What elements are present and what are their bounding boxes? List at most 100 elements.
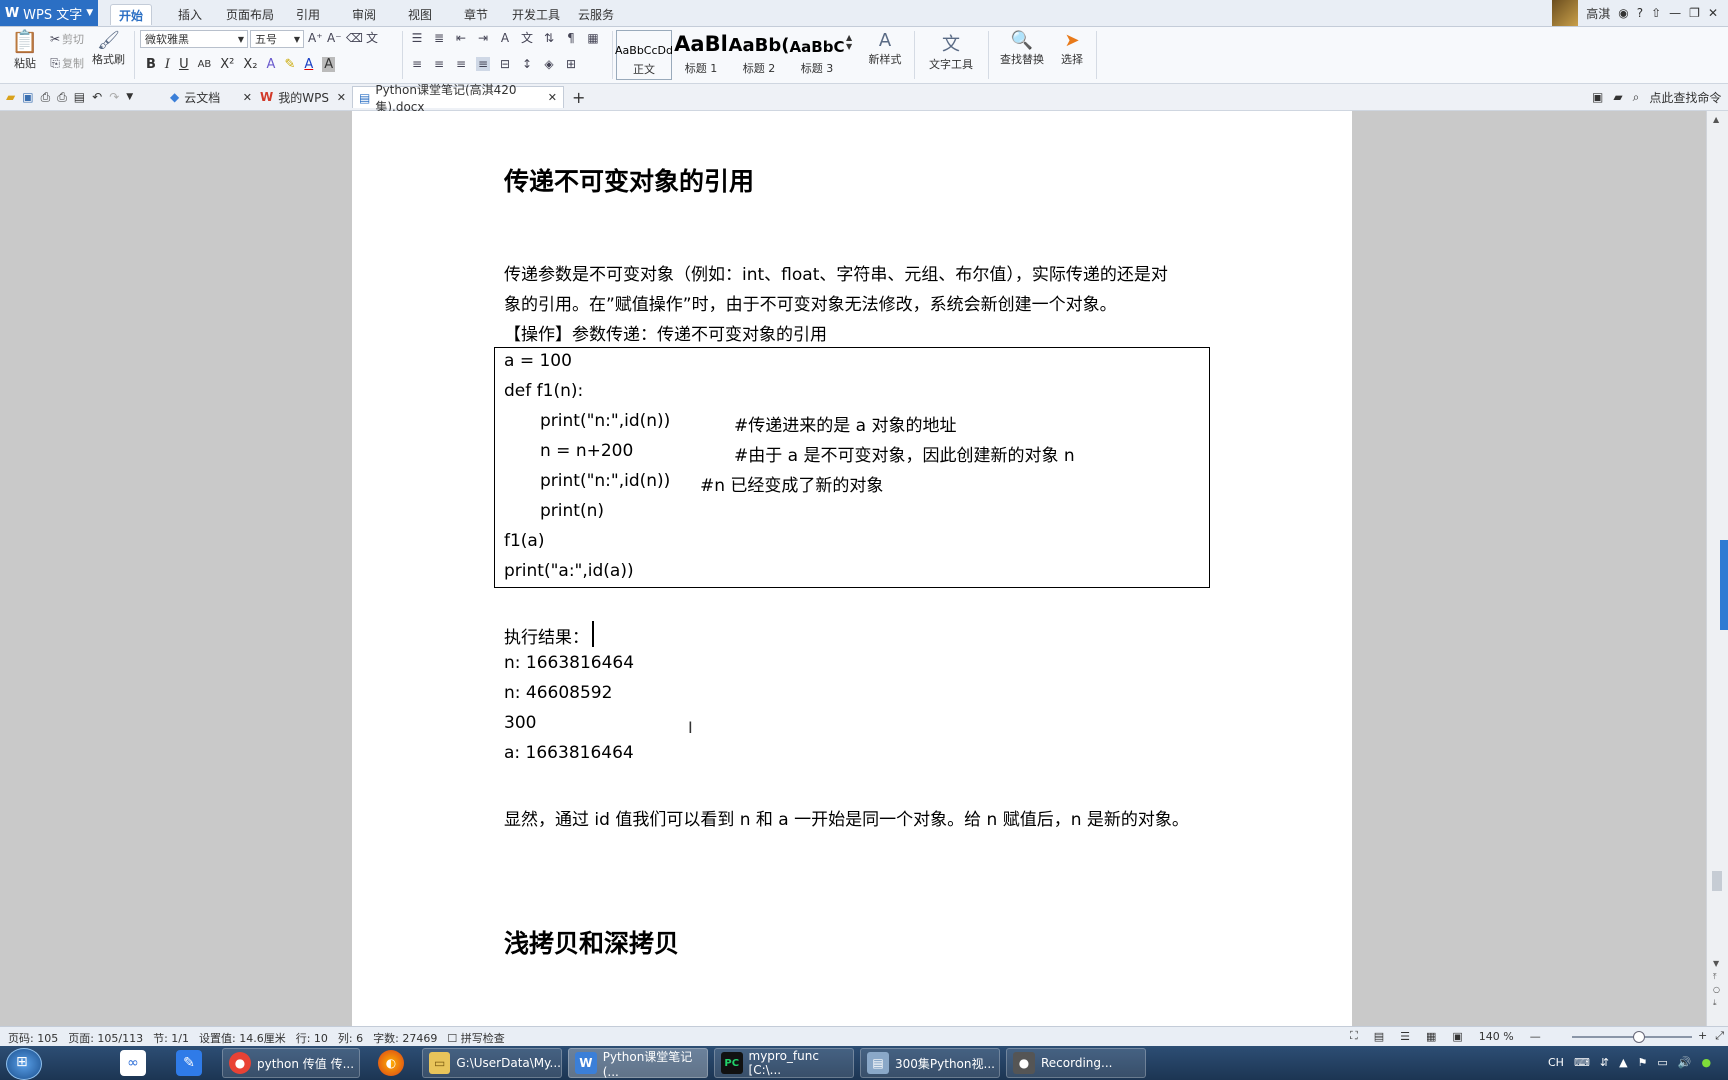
tab-insert[interactable]: 插入 [170,4,210,24]
style-heading2[interactable]: AaBb( 标题 2 [729,30,790,78]
user-name[interactable]: 高淇 [1586,5,1610,22]
web-view-icon[interactable]: ▦ [1426,1030,1436,1043]
firefox-icon[interactable]: ◐ [378,1050,404,1076]
restore-ribbon-icon[interactable]: ⇧ [1651,6,1661,20]
taskbar-item-recorder[interactable]: ● Recording... [1006,1048,1146,1078]
new-tab-button[interactable]: + [572,86,585,108]
find-command[interactable]: ▣ ▰ ⌕ 点此查找命令 [1592,86,1721,108]
tab-cloud[interactable]: 云服务 [570,4,622,24]
start-button[interactable]: ⊞ [6,1048,42,1080]
zoom-slider[interactable] [1572,1031,1692,1043]
spell-check-toggle[interactable]: ☐ 拼写检查 [447,1030,504,1046]
strikethrough-icon[interactable]: AB [198,59,212,70]
outline-view-icon[interactable]: ☰ [1400,1030,1410,1043]
text-direction-icon[interactable]: A [498,31,512,45]
app-menu-button[interactable]: W WPS 文字 ▼ [0,0,98,26]
taskbar-item-wps[interactable]: W Python课堂笔记(... [568,1048,708,1079]
side-panel-toggle[interactable] [1720,540,1728,630]
phonetic-icon[interactable]: 文 [365,31,379,45]
taskbar-item-explorer[interactable]: ▭ G:\UserData\My... [422,1048,562,1078]
scrollbar-thumb[interactable] [1712,871,1722,891]
avatar[interactable] [1552,0,1579,26]
justify-icon[interactable]: ≡ [476,57,490,71]
tray-expand-icon[interactable]: ▲ [1619,1056,1627,1069]
close-icon[interactable]: ✕ [1708,6,1718,20]
highlight-icon[interactable]: ✎ [284,57,295,72]
cut-button[interactable]: ✂ 剪切 [48,31,84,47]
decrease-indent-icon[interactable]: ⇤ [454,31,468,45]
align-right-icon[interactable]: ≡ [454,57,468,71]
shading-icon[interactable]: ◈ [542,57,556,71]
close-icon[interactable]: ✕ [243,91,252,104]
baidu-netdisk-icon[interactable]: ∞ [120,1050,146,1076]
maximize-icon[interactable]: ❐ [1689,6,1700,20]
zoom-slider-thumb[interactable] [1633,1031,1645,1043]
close-icon[interactable]: ✕ [548,91,557,104]
zoom-out-icon[interactable]: — [1530,1030,1541,1043]
tab-developer[interactable]: 开发工具 [504,4,568,24]
show-marks-icon[interactable]: ¶ [564,31,578,45]
select-button[interactable]: ➤ 选择 [1054,30,1090,67]
panel-icon[interactable]: ▣ [1592,90,1603,104]
text-effect-icon[interactable]: A [267,57,276,72]
char-shading-icon[interactable]: A [322,57,336,72]
superscript-icon[interactable]: X² [220,57,234,72]
reading-mode-icon[interactable]: ▣ [1452,1030,1462,1043]
network-icon[interactable]: ⇵ [1600,1056,1609,1069]
distribute-icon[interactable]: ⊟ [498,57,512,71]
tab-cloud-docs[interactable]: ◆ 云文档 ✕ [170,86,252,108]
find-replace-button[interactable]: 🔍 查找替换 [994,30,1050,67]
clear-format-icon[interactable]: ⌫ [346,31,363,45]
status-page-number[interactable]: 页码: 105 [8,1030,58,1046]
minimize-icon[interactable]: — [1669,6,1681,20]
text-tools-button[interactable]: 文 文字工具 [922,30,980,72]
export-icon[interactable]: ⎙ [41,90,51,105]
tab-review[interactable]: 审阅 [344,4,384,24]
fullscreen-icon[interactable]: ⛶ [1350,1029,1358,1043]
tab-chapter[interactable]: 章节 [456,4,496,24]
copy-button[interactable]: ⎘ 复制 [48,55,84,71]
notification-icon[interactable]: ⚑ [1638,1056,1648,1069]
style-scroll[interactable]: ▲ ▼ [846,33,852,51]
sort-icon[interactable]: ⇅ [542,31,556,45]
grow-font-icon[interactable]: A⁺ [308,31,323,45]
language-indicator[interactable]: CH [1548,1056,1564,1069]
bullets-icon[interactable]: ☰ [410,31,424,45]
font-name-combo[interactable]: 微软雅黑 ▼ [140,30,248,48]
chevron-down-icon[interactable]: ▼ [126,92,133,102]
chinese-layout-icon[interactable]: 文 [520,31,534,45]
format-painter-button[interactable]: 🖌 格式刷 [92,30,125,67]
style-normal[interactable]: AaBbCcDd 正文 [615,30,673,80]
tab-view[interactable]: 视图 [400,4,440,24]
underline-icon[interactable]: U [179,57,189,72]
preview-icon[interactable]: ▤ [74,90,85,104]
taskbar-item-notes[interactable]: ▤ 300集Python视... [860,1048,1000,1078]
italic-icon[interactable]: I [165,57,170,72]
scroll-page-buttons[interactable]: ▼ ⤒ ○ ⤓ [1713,957,1720,1009]
battery-icon[interactable]: ▭ [1657,1056,1667,1069]
redo-icon[interactable]: ↷ [109,90,119,104]
style-heading3[interactable]: AaBbC 标题 3 [790,30,845,78]
line-spacing-icon[interactable]: ↕ [520,57,534,71]
open-icon[interactable]: ▰ [6,90,15,104]
subscript-icon[interactable]: X₂ [243,57,257,72]
new-style-button[interactable]: A 新样式 [862,30,908,67]
undo-icon[interactable]: ↶ [92,90,102,104]
help-icon[interactable]: ? [1637,6,1643,20]
keyboard-icon[interactable]: ⌨ [1574,1056,1590,1069]
status-word-count[interactable]: 字数: 27469 [373,1030,437,1046]
font-size-combo[interactable]: 五号 ▼ [250,30,304,48]
borders-icon[interactable]: ⊞ [564,57,578,71]
skin-icon[interactable]: ◉ [1618,6,1628,20]
numbering-icon[interactable]: ≣ [432,31,446,45]
shrink-font-icon[interactable]: A⁻ [327,31,342,45]
zoom-level[interactable]: 140 % [1479,1030,1514,1043]
close-icon[interactable]: ✕ [337,91,346,104]
tab-page-layout[interactable]: 页面布局 [218,4,282,24]
tab-active-document[interactable]: ▤ Python课堂笔记(高淇420集).docx ✕ [352,83,564,114]
pin-icon[interactable]: ▰ [1613,90,1622,104]
font-color-icon[interactable]: A [304,57,313,72]
note-app-icon[interactable]: ✎ [176,1050,202,1076]
taskbar-item-pycharm[interactable]: PC mypro_func [C:\... [714,1048,854,1078]
tray-app-icon[interactable]: ● [1702,1056,1712,1069]
